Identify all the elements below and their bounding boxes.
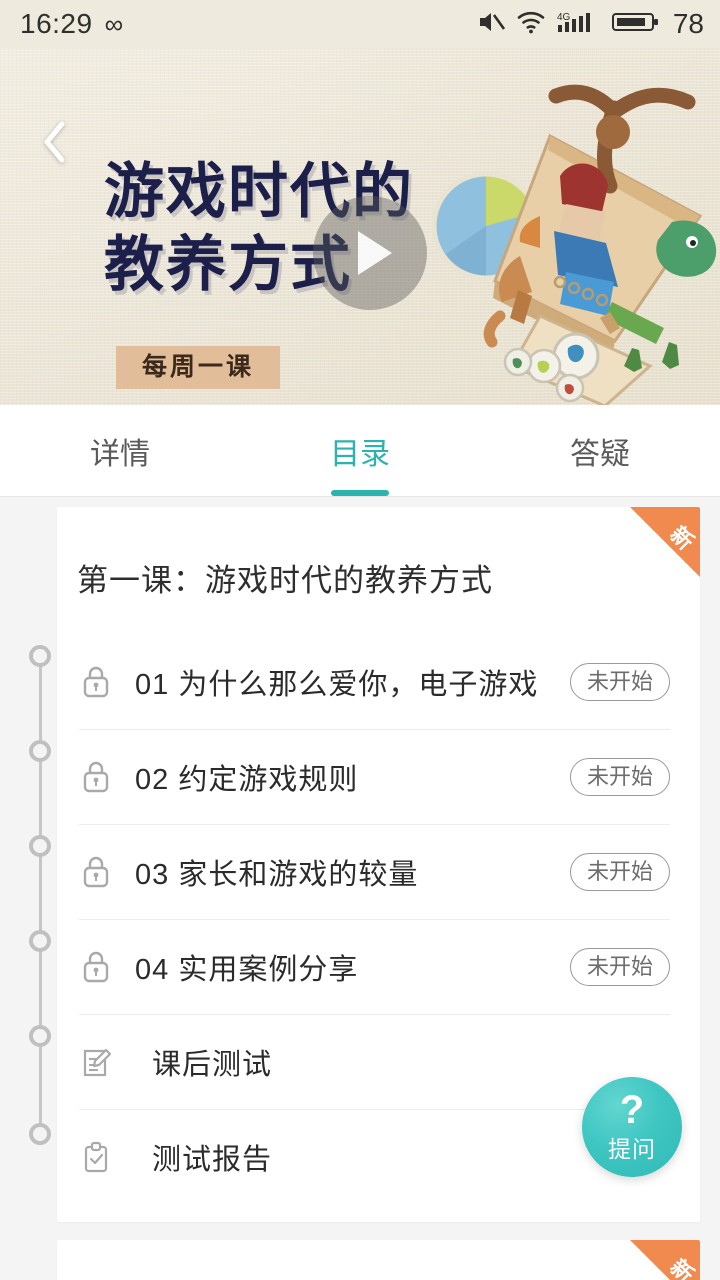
battery-icon	[611, 9, 660, 40]
ask-question-label: 提问	[608, 1135, 656, 1162]
lesson-item-04[interactable]: 04 实用案例分享 未开始	[79, 919, 670, 1014]
timeline-dot	[29, 645, 51, 667]
mute-icon	[477, 9, 505, 40]
status-bar-left: 16:29 ∞	[20, 8, 123, 40]
tab-qa[interactable]: 答疑	[480, 405, 720, 496]
ask-question-fab[interactable]: ? 提问	[582, 1077, 682, 1177]
new-ribbon-label: 新	[665, 521, 699, 555]
chevron-left-icon	[41, 120, 69, 169]
test-paper-icon	[79, 1044, 135, 1080]
timeline-dot	[29, 835, 51, 857]
battery-percent: 78	[672, 8, 704, 39]
lock-icon	[79, 854, 135, 890]
status-badge: 未开始	[569, 758, 670, 796]
lesson-item-01[interactable]: 01 为什么那么爱你，电子游戏 未开始	[79, 634, 670, 729]
hero-illustration	[431, 84, 717, 405]
lesson-label: 01 为什么那么爱你，电子游戏	[135, 668, 539, 701]
lock-icon	[79, 949, 135, 985]
play-icon	[358, 231, 392, 275]
timeline-dot	[29, 1025, 51, 1047]
timeline-dot	[29, 930, 51, 952]
lesson-item-03[interactable]: 03 家长和游戏的较量 未开始	[79, 824, 670, 919]
status-badge: 未开始	[569, 948, 670, 986]
signal-4g-icon: 4G	[557, 9, 601, 40]
hero-banner[interactable]: 游戏时代的 教养方式 每周一课	[0, 48, 720, 405]
clipboard-check-icon	[79, 1139, 135, 1175]
timeline-dot	[29, 1123, 51, 1145]
new-ribbon: 新	[630, 507, 700, 577]
timeline-line	[39, 645, 42, 1135]
tab-qa-label: 答疑	[570, 437, 630, 471]
lesson-item-02[interactable]: 02 约定游戏规则 未开始	[79, 729, 670, 824]
infinity-icon: ∞	[104, 9, 124, 39]
contents-panel[interactable]: 新 第一课：游戏时代的教养方式 01 为什么那么爱你，电子游戏 未开始 02 约…	[0, 497, 720, 1280]
card-title: 第一课：游戏时代的教养方式	[77, 563, 493, 598]
status-time: 16:29	[20, 8, 93, 39]
hero-badge: 每周一课	[116, 346, 281, 389]
new-ribbon-label: 新	[665, 1254, 699, 1280]
status-bar: 16:29 ∞ 4G 78	[0, 0, 720, 48]
next-lesson-card[interactable]: 新	[57, 1240, 700, 1280]
tab-bar: 详情 目录 答疑	[0, 405, 720, 497]
tab-details-label: 详情	[90, 437, 150, 471]
play-button[interactable]	[313, 196, 427, 310]
app-screen: 16:29 ∞ 4G 78 游戏时代的 教养方式 每周一课 详情 目录 答疑 新…	[0, 0, 720, 1280]
lesson-label: 04 实用案例分享	[135, 954, 359, 986]
lock-icon	[79, 759, 135, 795]
tab-contents[interactable]: 目录	[240, 405, 480, 496]
lesson-label: 02 约定游戏规则	[135, 764, 359, 796]
question-mark-icon: ?	[619, 1087, 645, 1132]
svg-text:4G: 4G	[557, 12, 571, 23]
status-bar-right: 4G 78	[477, 8, 704, 40]
lesson-item-post-test[interactable]: 课后测试	[79, 1014, 670, 1109]
lesson-label: 03 家长和游戏的较量	[135, 859, 419, 891]
timeline-dot	[29, 740, 51, 762]
tab-contents-label: 目录	[330, 437, 390, 471]
lesson-label: 课后测试	[152, 1049, 273, 1081]
new-ribbon: 新	[630, 1240, 700, 1280]
wifi-icon	[516, 9, 546, 40]
status-badge: 未开始	[569, 853, 670, 891]
tab-details[interactable]: 详情	[0, 405, 240, 496]
lock-icon	[79, 664, 135, 700]
status-badge: 未开始	[569, 662, 670, 701]
back-button[interactable]	[34, 120, 76, 168]
